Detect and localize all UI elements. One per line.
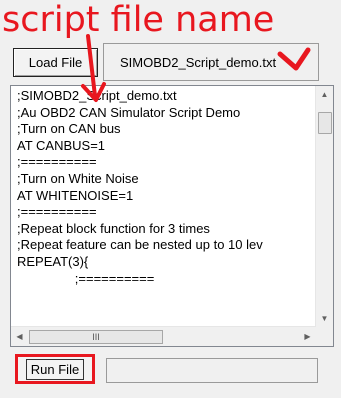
scrollbar-corner (316, 327, 333, 346)
script-text[interactable]: ;SIMOBD2_Script_demo.txt ;Au OBD2 CAN Sim… (17, 88, 307, 324)
script-file-name-field: SIMOBD2_Script_demo.txt (103, 43, 319, 81)
scroll-right-icon[interactable]: ▶ (299, 328, 316, 345)
script-line: ;========== (17, 270, 155, 286)
script-file-name-value: SIMOBD2_Script_demo.txt (120, 54, 277, 70)
script-line: ;SIMOBD2_Script_demo.txt (17, 88, 177, 103)
vertical-scroll-thumb[interactable] (318, 112, 332, 134)
script-line: ;Repeat block function for 3 times (17, 220, 210, 236)
script-line: ;Turn on White Noise (17, 170, 139, 186)
run-file-button[interactable]: Run File (15, 354, 95, 384)
run-status-field (106, 358, 318, 383)
annotation-label: script file name (2, 0, 275, 40)
scroll-grip-icon: III (92, 332, 100, 342)
load-file-button[interactable]: Load File (13, 48, 98, 77)
horizontal-scrollbar[interactable]: ◀ III ▶ (11, 326, 316, 346)
script-line: AT WHITENOISE=1 (17, 187, 134, 203)
load-file-label: Load File (28, 55, 83, 70)
scroll-left-icon[interactable]: ◀ (11, 328, 28, 345)
run-file-label: Run File (25, 358, 85, 380)
script-line: ;========== (17, 154, 97, 170)
script-line: ;Au OBD2 CAN Simulator Script Demo (17, 104, 241, 120)
scroll-down-icon[interactable]: ▼ (316, 310, 333, 327)
horizontal-scroll-thumb[interactable]: III (29, 330, 163, 344)
script-line: ;========== (17, 204, 97, 220)
script-editor[interactable]: ;SIMOBD2_Script_demo.txt ;Au OBD2 CAN Sim… (10, 85, 334, 347)
script-line: REPEAT(3){ (17, 253, 89, 269)
scroll-up-icon[interactable]: ▲ (316, 86, 333, 103)
vertical-scrollbar[interactable]: ▲ ▼ (315, 86, 333, 327)
script-line: AT CANBUS=1 (17, 137, 106, 153)
script-line: ;Turn on CAN bus (17, 121, 121, 137)
script-line: ;Repeat feature can be nested up to 10 l… (17, 237, 263, 253)
